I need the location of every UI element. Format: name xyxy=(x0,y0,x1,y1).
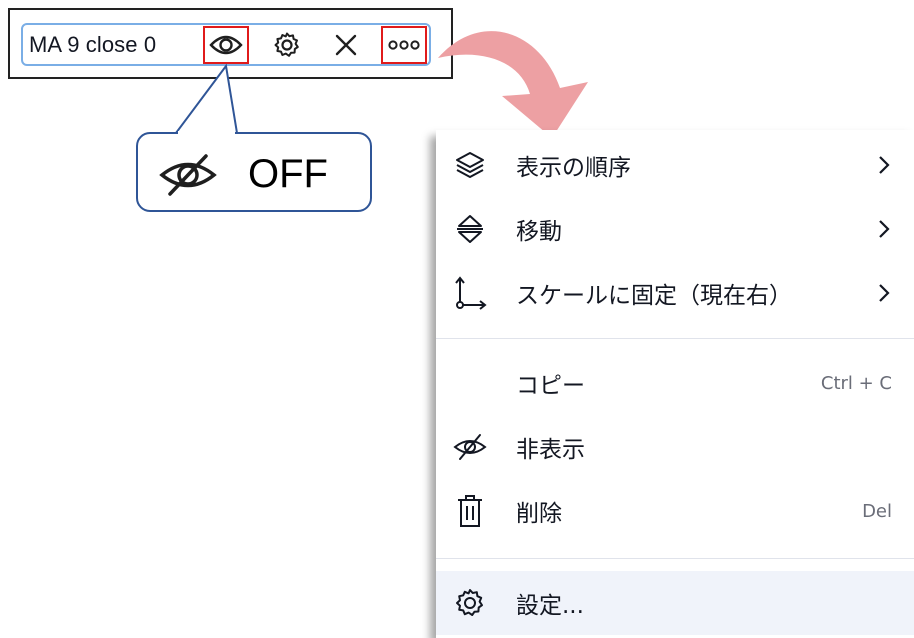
menu-item-settings[interactable]: 設定... xyxy=(436,571,914,635)
menu-item-label: 表示の順序 xyxy=(516,155,631,181)
close-icon xyxy=(335,34,357,56)
menu-divider xyxy=(436,338,914,339)
gear-icon xyxy=(452,585,488,621)
menu-item-pin-to-scale[interactable]: スケールに固定（現在右） xyxy=(436,264,914,322)
remove-indicator-button[interactable] xyxy=(327,26,365,64)
menu-item-label: 移動 xyxy=(516,219,562,245)
menu-item-label: 非表示 xyxy=(516,437,585,463)
context-menu: 表示の順序 移動 スケールに固定（現在右） コピー Ctrl + C 非表示 削… xyxy=(436,130,914,638)
more-dots-icon xyxy=(388,40,420,50)
menu-divider xyxy=(436,558,914,559)
menu-item-label: 削除 xyxy=(516,501,562,527)
indicator-label: MA 9 close 0 xyxy=(29,32,157,57)
menu-item-move[interactable]: 移動 xyxy=(436,200,914,258)
menu-item-hide[interactable]: 非表示 xyxy=(436,418,914,476)
move-vertical-icon xyxy=(452,211,488,247)
visibility-toggle-button[interactable] xyxy=(203,26,249,64)
callout-joint xyxy=(178,131,235,135)
axis-pin-icon xyxy=(452,275,488,311)
shortcut-hint: Del xyxy=(862,500,892,522)
more-options-button[interactable] xyxy=(381,26,427,64)
eye-icon xyxy=(209,35,243,55)
menu-item-label: コピー xyxy=(516,373,585,399)
menu-item-label: 設定... xyxy=(516,593,584,619)
menu-item-label: スケールに固定（現在右） xyxy=(516,283,792,309)
eye-off-icon xyxy=(159,154,217,196)
settings-button[interactable] xyxy=(268,26,306,64)
layers-icon xyxy=(452,147,488,183)
menu-item-delete[interactable]: 削除 Del xyxy=(436,482,914,540)
trash-icon xyxy=(452,493,488,529)
chevron-right-icon xyxy=(874,217,894,241)
gear-icon xyxy=(274,32,299,57)
menu-item-visual-order[interactable]: 表示の順序 xyxy=(436,136,914,194)
callout-text: OFF xyxy=(248,152,328,196)
shortcut-hint: Ctrl + C xyxy=(820,372,892,394)
menu-item-copy[interactable]: コピー Ctrl + C xyxy=(436,354,914,412)
chevron-right-icon xyxy=(874,153,894,177)
eye-off-icon xyxy=(452,429,488,465)
chevron-right-icon xyxy=(874,281,894,305)
